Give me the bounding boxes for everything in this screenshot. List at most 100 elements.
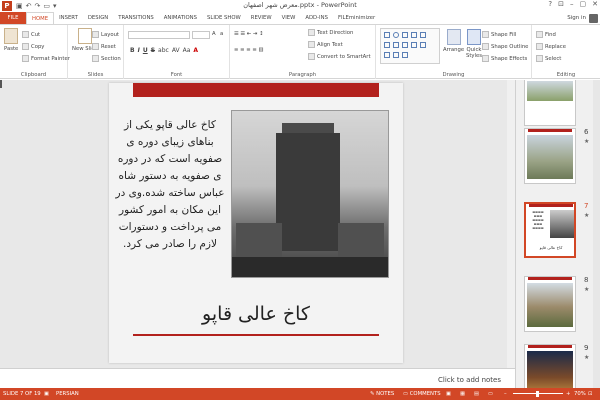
- slide-sorter-icon[interactable]: ▦: [460, 391, 465, 397]
- tab-review[interactable]: REVIEW: [246, 12, 277, 24]
- binoculars-icon: [536, 31, 543, 38]
- thumb-red-bar: [528, 277, 572, 280]
- language-indicator[interactable]: PERSIAN: [56, 391, 79, 397]
- tab-design[interactable]: DESIGN: [83, 12, 113, 24]
- editor-scrollbar[interactable]: [507, 80, 515, 368]
- change-case-button[interactable]: Aa: [183, 47, 191, 54]
- tab-insert[interactable]: INSERT: [54, 12, 83, 24]
- tab-transitions[interactable]: TRANSITIONS: [113, 12, 159, 24]
- tab-animations[interactable]: ANIMATIONS: [159, 12, 202, 24]
- slide-title[interactable]: کاخ عالی قاپو: [133, 303, 379, 325]
- zoom-out-icon[interactable]: –: [504, 391, 507, 397]
- shape-fill-button[interactable]: Shape Fill: [482, 31, 516, 38]
- star-shape-icon[interactable]: [402, 42, 408, 48]
- select-button[interactable]: Select: [536, 55, 561, 62]
- sign-in-link[interactable]: Sign in: [567, 15, 586, 21]
- layout-button[interactable]: Layout: [92, 31, 119, 38]
- copy-button[interactable]: Copy: [22, 43, 44, 50]
- bold-button[interactable]: B: [130, 47, 135, 54]
- bullets-icon[interactable]: ☰ ☰ ⇤ ⇥ ↕: [234, 31, 264, 37]
- align-icons[interactable]: ≡ ≡ ≡ ≡ ▥: [234, 47, 264, 53]
- notes-placeholder[interactable]: Click to add notes: [438, 376, 501, 384]
- thumb-text: ▬▬▬▬ ▬▬▬ ▬▬▬▬ ▬▬▬ ▬▬▬▬: [532, 210, 544, 230]
- align-text-button[interactable]: Align Text: [308, 41, 343, 48]
- current-slide[interactable]: کاخ عالی قاپو یکی از بناهای زیبای دوره ی…: [109, 83, 403, 363]
- notes-pane[interactable]: Click to add notes: [0, 368, 515, 388]
- strikethrough-button[interactable]: S: [151, 47, 155, 54]
- ribbon-display-icon[interactable]: ⊡: [558, 0, 564, 8]
- arrow-shape-icon[interactable]: [411, 32, 417, 38]
- proofing-icon[interactable]: ▣: [44, 391, 49, 397]
- pentagon-shape-icon[interactable]: [393, 42, 399, 48]
- slide-thumbnail-8[interactable]: [524, 276, 576, 332]
- tab-home[interactable]: HOME: [26, 12, 55, 24]
- thumb-image: [527, 81, 573, 101]
- slideshow-view-icon[interactable]: ▭: [488, 391, 493, 397]
- italic-button[interactable]: I: [138, 47, 140, 54]
- heart-shape-icon[interactable]: [402, 52, 408, 58]
- avatar[interactable]: [589, 14, 598, 23]
- section-icon: [92, 55, 99, 62]
- block-arrow-shape-icon[interactable]: [384, 52, 390, 58]
- convert-smartart-button[interactable]: Convert to SmartArt: [308, 53, 371, 60]
- font-size-input[interactable]: [192, 31, 210, 39]
- rounded-rect-shape-icon[interactable]: [384, 42, 390, 48]
- paste-icon: [4, 28, 19, 44]
- line-shape-icon[interactable]: [402, 32, 408, 38]
- slide-thumbnail-6[interactable]: [524, 128, 576, 184]
- palace-right-wing: [338, 223, 384, 259]
- slide-body-text[interactable]: کاخ عالی قاپو یکی از بناهای زیبای دوره ی…: [113, 117, 227, 253]
- notes-toggle[interactable]: ✎ NOTES: [370, 391, 394, 397]
- replace-button[interactable]: Replace: [536, 43, 566, 50]
- zoom-slider-handle[interactable]: [536, 391, 539, 397]
- normal-view-icon[interactable]: ▣: [446, 391, 451, 397]
- comments-toggle[interactable]: ▭ COMMENTS: [403, 391, 441, 397]
- shapes-gallery[interactable]: [380, 28, 440, 64]
- brace-shape-icon[interactable]: [411, 42, 417, 48]
- zoom-level[interactable]: 70%: [574, 391, 586, 397]
- arrange-button[interactable]: Arrange: [443, 29, 464, 53]
- tab-slide-show[interactable]: SLIDE SHOW: [202, 12, 246, 24]
- triangle-shape-icon[interactable]: [420, 32, 426, 38]
- rectangle-shape-icon[interactable]: [384, 32, 390, 38]
- grow-font-icon[interactable]: A: [212, 31, 216, 37]
- reset-button[interactable]: Reset: [92, 43, 116, 50]
- underline-button[interactable]: U: [143, 47, 148, 54]
- oval-shape-icon[interactable]: [393, 32, 399, 38]
- close-button[interactable]: ✕: [592, 0, 598, 8]
- fit-slide-icon[interactable]: ⊡: [588, 391, 592, 397]
- find-button[interactable]: Find: [536, 31, 556, 38]
- ground: [232, 257, 388, 277]
- callout-shape-icon[interactable]: [420, 42, 426, 48]
- tab-fileminimizer[interactable]: FILEminimizer: [333, 12, 380, 24]
- pane-resize-handle[interactable]: [0, 80, 2, 88]
- effects-icon: [482, 55, 489, 62]
- text-shadow-button[interactable]: abc: [158, 47, 169, 54]
- tab-add-ins[interactable]: ADD-INS: [300, 12, 333, 24]
- slide-thumbnail-5[interactable]: [524, 80, 576, 126]
- character-spacing-button[interactable]: AV: [172, 47, 180, 54]
- font-name-input[interactable]: [128, 31, 190, 39]
- help-button[interactable]: ?: [548, 0, 552, 8]
- zoom-in-icon[interactable]: +: [566, 391, 570, 397]
- format-painter-button[interactable]: Format Painter: [22, 55, 70, 62]
- slide-thumbnail-9[interactable]: [524, 344, 576, 388]
- font-color-button[interactable]: A: [193, 47, 198, 54]
- tab-file[interactable]: FILE: [0, 12, 26, 24]
- thumb-image: [550, 210, 574, 238]
- flowchart-shape-icon[interactable]: [393, 52, 399, 58]
- section-button[interactable]: Section: [92, 55, 121, 62]
- shape-outline-button[interactable]: Shape Outline: [482, 43, 528, 50]
- tab-view[interactable]: VIEW: [277, 12, 301, 24]
- reading-view-icon[interactable]: ▤: [474, 391, 479, 397]
- slide-thumbnail-7[interactable]: ▬▬▬▬ ▬▬▬ ▬▬▬▬ ▬▬▬ ▬▬▬▬ کاخ عالی قاپو: [524, 202, 576, 258]
- text-direction-button[interactable]: Text Direction: [308, 29, 353, 36]
- cut-button[interactable]: Cut: [22, 31, 40, 38]
- shape-effects-button[interactable]: Shape Effects: [482, 55, 527, 62]
- maximize-button[interactable]: ▢: [580, 0, 587, 8]
- minimize-button[interactable]: –: [570, 0, 574, 8]
- shrink-font-icon[interactable]: a: [220, 31, 223, 37]
- palace-photo[interactable]: [231, 110, 389, 278]
- thumbnail-scrollbar[interactable]: [593, 80, 600, 388]
- paste-button[interactable]: Paste: [4, 28, 18, 52]
